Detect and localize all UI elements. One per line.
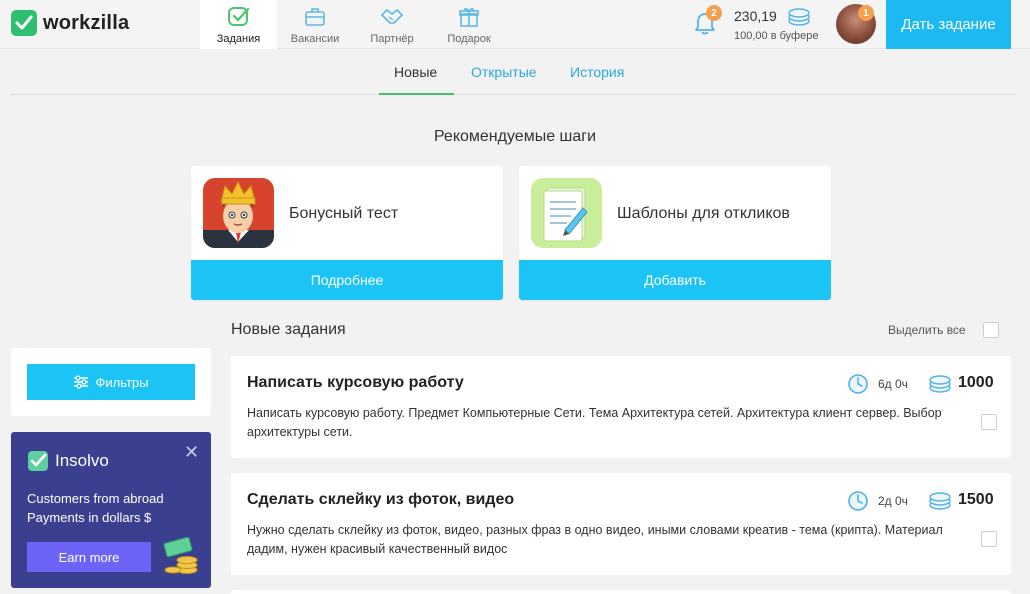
nav-tab-tasks[interactable]: Задания: [200, 0, 277, 49]
select-all-label[interactable]: Выделить все: [888, 323, 966, 337]
filters-button-label: Фильтры: [95, 374, 149, 390]
task-price: 1500: [958, 491, 994, 508]
recommended-title: Рекомендуемые шаги: [433, 128, 597, 145]
document-pen-icon: [531, 178, 602, 248]
recommended-card-templates: Шаблоны для откликов Добавить: [519, 166, 831, 300]
clock-icon: [847, 373, 869, 400]
earn-more-button[interactable]: Earn more: [27, 542, 151, 572]
logo-check-icon: [11, 10, 37, 36]
insolvo-logo: Insolvo: [27, 450, 109, 472]
promo-text: Customers from abroad Payments in dollar…: [27, 489, 197, 527]
active-tab-underline: [379, 93, 454, 95]
insolvo-promo: Insolvo ✕ Customers from abroad Payments…: [11, 432, 211, 588]
briefcase-icon: [305, 8, 325, 26]
balance-amount: 230,19: [734, 8, 777, 24]
task-subtabs: Новые Открытые История: [11, 50, 1016, 95]
balance-buffer: 100,00 в буфере: [734, 30, 819, 42]
logo-text: workzilla: [43, 11, 130, 34]
task-card[interactable]: Сделать склейку из фоток, видео 2д 0ч 15…: [231, 473, 1011, 575]
nav-tab-label: Партнёр: [370, 33, 414, 45]
king-character-icon: [203, 178, 274, 248]
details-button[interactable]: Подробнее: [191, 260, 503, 300]
recommended-card-title: Шаблоны для откликов: [617, 205, 790, 222]
promo-text-line: Payments in dollars $: [27, 510, 152, 525]
clock-icon: [847, 490, 869, 517]
new-tasks-title: Новые задания: [231, 321, 346, 338]
subtab-open[interactable]: Открытые: [471, 64, 537, 80]
task-checkbox[interactable]: [981, 531, 997, 547]
subtab-new[interactable]: Новые: [394, 64, 437, 80]
task-deadline: 6д 0ч: [878, 377, 908, 391]
gift-icon: [459, 8, 479, 27]
money-stack-icon: [161, 536, 201, 581]
top-header: workzilla Задания Вакансии Партнёр Подар…: [0, 0, 1030, 49]
nav-tab-vacancies[interactable]: Вакансии: [283, 0, 347, 49]
coins-icon: [927, 491, 953, 516]
task-title[interactable]: Написать курсовую работу: [247, 374, 464, 392]
task-card[interactable]: [231, 590, 1011, 594]
check-square-icon: [227, 7, 249, 26]
nav-tab-label: Вакансии: [290, 33, 340, 45]
task-description: Нужно сделать склейку из фоток, видео, р…: [247, 523, 943, 556]
select-all-checkbox[interactable]: [983, 322, 999, 338]
recommended-card-bonus-test: Бонусный тест Подробнее: [191, 166, 503, 300]
close-icon[interactable]: ✕: [184, 442, 199, 463]
task-deadline: 2д 0ч: [878, 494, 908, 508]
coins-icon: [927, 374, 953, 399]
nav-tab-partner[interactable]: Партнёр: [362, 0, 422, 49]
insolvo-check-icon: [28, 451, 48, 471]
give-task-button[interactable]: Дать задание: [886, 0, 1011, 49]
recommended-card-title: Бонусный тест: [289, 205, 399, 222]
coins-icon: [786, 7, 812, 32]
subtab-history[interactable]: История: [570, 64, 624, 80]
task-description: Написать курсовую работу. Предмет Компью…: [247, 406, 942, 439]
insolvo-brand: Insolvo: [55, 451, 109, 470]
task-card[interactable]: Написать курсовую работу 6д 0ч 1000 Напи…: [231, 356, 1011, 458]
task-checkbox[interactable]: [981, 414, 997, 430]
handshake-icon: [381, 9, 403, 24]
workzilla-logo[interactable]: workzilla: [11, 10, 129, 36]
nav-tab-gift[interactable]: Подарок: [440, 0, 498, 49]
filters-panel: Фильтры: [11, 348, 211, 416]
task-price: 1000: [958, 374, 994, 391]
filters-button[interactable]: Фильтры: [27, 364, 195, 400]
promo-text-line: Customers from abroad: [27, 491, 164, 506]
avatar-badge: 1: [858, 5, 874, 21]
nav-tab-label: Подарок: [447, 33, 491, 45]
task-title[interactable]: Сделать склейку из фоток, видео: [247, 491, 514, 509]
nav-tab-label: Задания: [216, 33, 261, 45]
sliders-icon: [74, 375, 89, 389]
add-button[interactable]: Добавить: [519, 260, 831, 300]
notifications-badge: 2: [706, 5, 722, 21]
